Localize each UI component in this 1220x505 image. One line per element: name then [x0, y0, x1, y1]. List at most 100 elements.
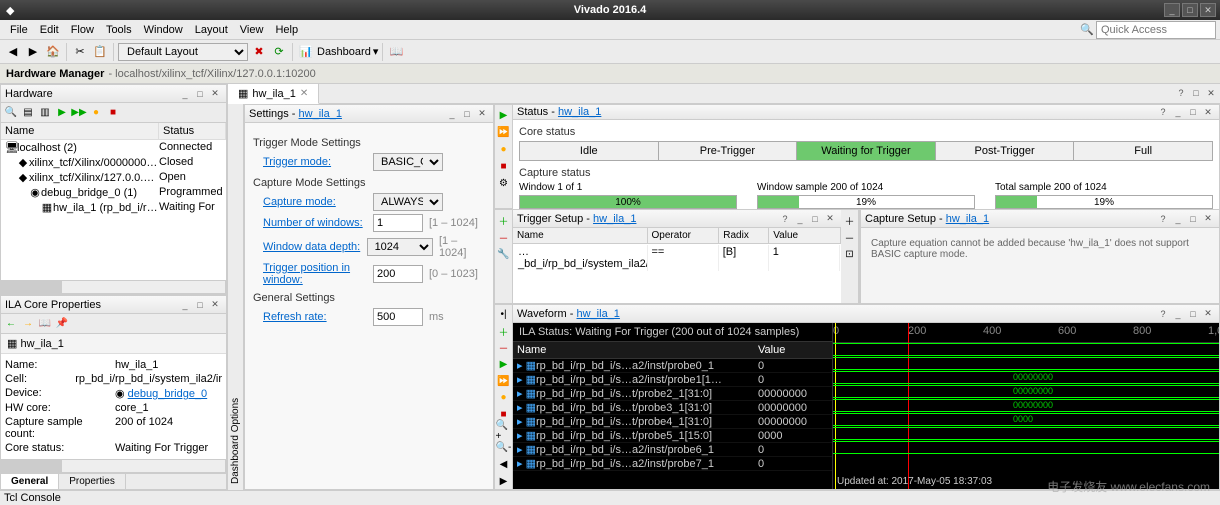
play-all-icon[interactable]: ▶▶	[71, 105, 87, 121]
panel-min-icon[interactable]: _	[1171, 105, 1185, 119]
help-icon[interactable]: ?	[1156, 105, 1170, 119]
settings-label[interactable]: Window data depth:	[253, 241, 367, 253]
book-icon[interactable]: 📖	[37, 316, 53, 332]
record-icon[interactable]: ●	[88, 105, 104, 121]
menu-file[interactable]: File	[4, 22, 34, 38]
stop-icon[interactable]: ■	[496, 158, 512, 174]
capture-setup-link[interactable]: hw_ila_1	[946, 213, 989, 225]
panel-max-icon[interactable]: □	[808, 212, 822, 226]
signal-row[interactable]: ▸ ▦ rp_bd_i/rp_bd_i/s…a2/inst/probe0_10	[513, 359, 832, 373]
tree-row[interactable]: 🖥localhost (2)Connected	[1, 140, 226, 155]
help-icon[interactable]: ?	[778, 212, 792, 226]
zoom-in-icon[interactable]: ＋	[842, 212, 858, 228]
tab-properties[interactable]: Properties	[59, 474, 126, 489]
hscrollbar[interactable]	[1, 280, 226, 294]
settings-input[interactable]	[373, 308, 423, 326]
wave-col-name[interactable]: Name	[517, 344, 758, 356]
zoom-out-icon[interactable]: －	[842, 229, 858, 245]
panel-close-icon[interactable]: ✕	[823, 212, 837, 226]
add-icon[interactable]: ＋	[496, 212, 512, 228]
tools-icon[interactable]: 🔧	[496, 246, 512, 262]
signal-row[interactable]: ▸ ▦ rp_bd_i/rp_bd_i/s…a2/inst/probe6_10	[513, 443, 832, 457]
record-icon[interactable]: ●	[496, 390, 512, 406]
book-icon[interactable]: 📖	[387, 43, 405, 61]
panel-min-icon[interactable]: _	[1171, 212, 1185, 226]
wave-col-value[interactable]: Value	[758, 344, 828, 356]
panel-max-icon[interactable]: □	[193, 87, 207, 101]
panel-close-icon[interactable]: ✕	[1201, 307, 1215, 321]
home-icon[interactable]: 🏠	[44, 43, 62, 61]
panel-min-icon[interactable]: _	[178, 298, 192, 312]
forward-icon[interactable]: →	[20, 316, 36, 332]
menu-view[interactable]: View	[234, 22, 270, 38]
play-icon[interactable]: ▶	[54, 105, 70, 121]
hscrollbar[interactable]	[1, 459, 226, 473]
tab-close-icon[interactable]: ✕	[300, 88, 308, 99]
settings-label[interactable]: Refresh rate:	[253, 311, 373, 323]
cut-icon[interactable]: ✂	[71, 43, 89, 61]
panel-max-icon[interactable]: □	[1186, 105, 1200, 119]
panel-close-icon[interactable]: ✕	[208, 298, 222, 312]
left-icon[interactable]: ◀	[496, 457, 512, 473]
pin-icon[interactable]: 📌	[54, 316, 70, 332]
trig-col-name[interactable]: Name	[513, 228, 648, 243]
panel-min-icon[interactable]: _	[178, 87, 192, 101]
record-icon[interactable]: ●	[496, 141, 512, 157]
maximize-button[interactable]: □	[1182, 3, 1198, 17]
settings-label[interactable]: Number of windows:	[253, 217, 373, 229]
cursor-icon[interactable]: •|	[496, 307, 512, 323]
help-icon[interactable]: ?	[1174, 86, 1188, 100]
panel-max-icon[interactable]: □	[460, 107, 474, 121]
play-icon[interactable]: ▶	[496, 357, 512, 373]
menu-edit[interactable]: Edit	[34, 22, 65, 38]
layout-select[interactable]: Default Layout	[118, 43, 248, 61]
trig-col-op[interactable]: Operator	[648, 228, 720, 243]
col-status[interactable]: Status	[159, 123, 226, 139]
panel-max-icon[interactable]: □	[1189, 86, 1203, 100]
zoom-in-icon[interactable]: 🔍+	[496, 423, 512, 439]
panel-min-icon[interactable]: _	[793, 212, 807, 226]
collapse-icon[interactable]: ▥	[37, 105, 53, 121]
signal-row[interactable]: ▸ ▦ rp_bd_i/rp_bd_i/s…t/probe4_1[31:0]00…	[513, 415, 832, 429]
minimize-button[interactable]: _	[1164, 3, 1180, 17]
panel-min-icon[interactable]: _	[445, 107, 459, 121]
settings-select[interactable]: 1024	[367, 238, 433, 256]
trigger-row[interactable]: …_bd_i/rp_bd_i/system_ila2/inst/… == [B]…	[513, 244, 841, 272]
signal-row[interactable]: ▸ ▦ rp_bd_i/rp_bd_i/s…t/probe3_1[31:0]00…	[513, 401, 832, 415]
dashboard-options-tab[interactable]: Dashboard Options	[228, 104, 244, 490]
remove-icon[interactable]: －	[496, 340, 512, 356]
panel-close-icon[interactable]: ✕	[1204, 86, 1218, 100]
help-icon[interactable]: ?	[1156, 307, 1170, 321]
add-icon[interactable]: ＋	[496, 324, 512, 340]
tree-row[interactable]: ◆xilinx_tcf/Xilinx/127.0.0.1:10…Open	[1, 170, 226, 185]
panel-close-icon[interactable]: ✕	[1201, 212, 1215, 226]
waveform-link[interactable]: hw_ila_1	[577, 308, 620, 320]
settings-input[interactable]	[373, 214, 423, 232]
forward-icon[interactable]: ▶	[24, 43, 42, 61]
cancel-icon[interactable]: ✖	[250, 43, 268, 61]
menu-help[interactable]: Help	[269, 22, 304, 38]
status-link[interactable]: hw_ila_1	[558, 106, 601, 118]
tree-row[interactable]: ◉debug_bridge_0 (1)Programmed	[1, 185, 226, 200]
panel-max-icon[interactable]: □	[193, 298, 207, 312]
help-icon[interactable]: ?	[1156, 212, 1170, 226]
col-name[interactable]: Name	[1, 123, 159, 139]
panel-max-icon[interactable]: □	[1186, 212, 1200, 226]
trigger-setup-link[interactable]: hw_ila_1	[593, 213, 636, 225]
play-all-icon[interactable]: ⏩	[496, 124, 512, 140]
tree-row[interactable]: ◆xilinx_tcf/Xilinx/00000000000…Closed	[1, 155, 226, 170]
dashboard-label[interactable]: Dashboard	[317, 46, 371, 58]
tree-row[interactable]: ▦hw_ila_1 (rp_bd_i/rp_bd…Waiting For	[1, 200, 226, 215]
panel-close-icon[interactable]: ✕	[475, 107, 489, 121]
settings-icon[interactable]: ⚙	[496, 175, 512, 191]
tab-hw-ila[interactable]: ▦ hw_ila_1 ✕	[228, 84, 319, 104]
trig-col-radix[interactable]: Radix	[719, 228, 769, 243]
zoom-fit-icon[interactable]: ⊡	[842, 246, 858, 262]
signal-row[interactable]: ▸ ▦ rp_bd_i/rp_bd_i/s…t/probe2_1[31:0]00…	[513, 387, 832, 401]
zoom-out-icon[interactable]: 🔍-	[496, 440, 512, 456]
settings-select[interactable]: ALWAYS	[373, 193, 443, 211]
signal-row[interactable]: ▸ ▦ rp_bd_i/rp_bd_i/s…a2/inst/probe7_10	[513, 457, 832, 471]
chevron-down-icon[interactable]: ▾	[373, 45, 379, 58]
settings-input[interactable]	[373, 265, 423, 283]
panel-max-icon[interactable]: □	[1186, 307, 1200, 321]
